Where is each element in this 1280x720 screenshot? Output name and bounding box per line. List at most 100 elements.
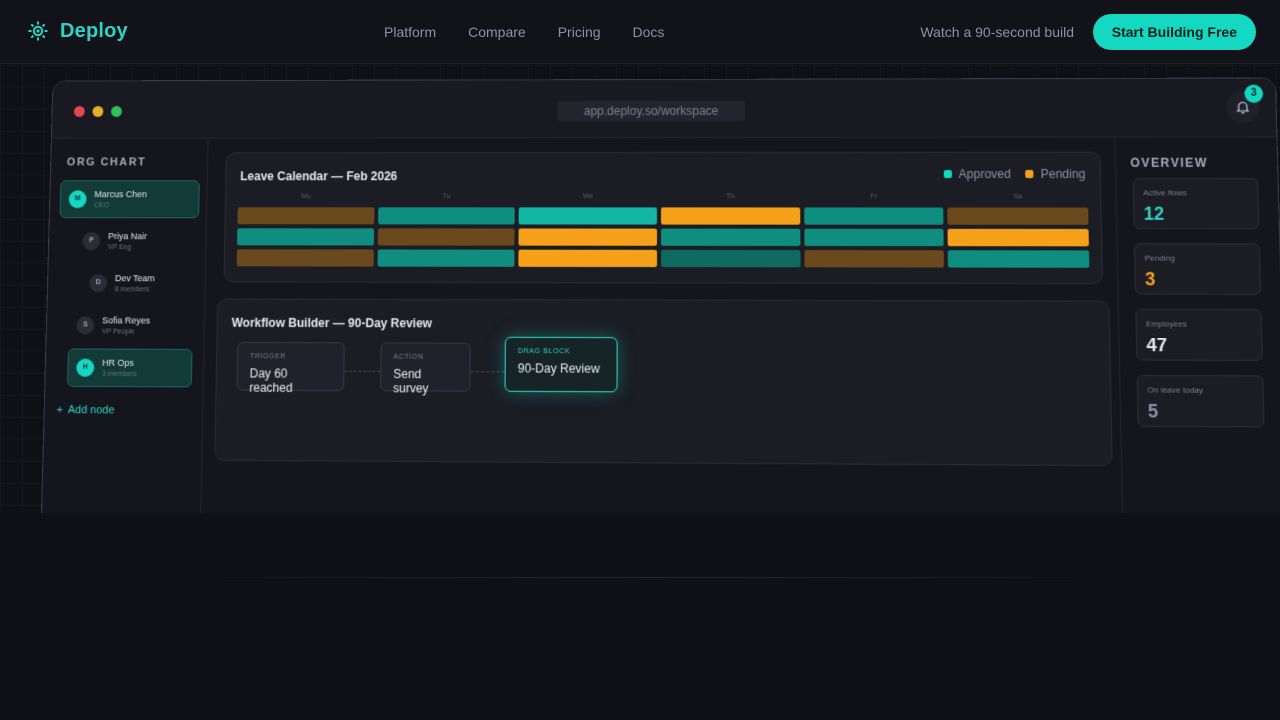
org-node-name: HR Ops — [102, 358, 137, 368]
org-chart-sidebar: ORG CHART M Marcus Chen CEO P Priya Nair… — [41, 139, 208, 513]
workflow-title: Workflow Builder — 90-Day Review — [232, 316, 433, 331]
calendar-cell-pending-dim[interactable] — [377, 228, 514, 245]
calendar-cell-pending[interactable] — [948, 229, 1089, 246]
calendar-cell-pending[interactable] — [661, 207, 800, 224]
nav-link-docs[interactable]: Docs — [633, 24, 665, 40]
calendar-cell-approved[interactable] — [237, 228, 374, 245]
overview-panel: OVERVIEW Active flows 12 Pending 3 Emplo… — [1114, 137, 1280, 513]
stat-label: Active flows — [1143, 188, 1248, 197]
divider — [150, 577, 1150, 578]
calendar-cell-pending-dim[interactable] — [237, 207, 374, 224]
legend-pending: Pending — [1025, 167, 1086, 181]
legend-pending-label: Pending — [1040, 167, 1085, 181]
nav-link-pricing[interactable]: Pricing — [558, 24, 601, 40]
leave-calendar-panel: Leave Calendar — Feb 2026 Approved Pendi… — [224, 152, 1103, 285]
org-node-role: 3 members — [102, 371, 137, 378]
calendar-cell-approved-dim[interactable] — [661, 250, 800, 267]
calendar-day-header: Th — [661, 193, 800, 200]
stat-pending: Pending 3 — [1134, 243, 1261, 295]
org-node-dev-team[interactable]: D Dev Team 8 members — [81, 264, 194, 302]
workflow-connector — [344, 371, 380, 372]
calendar-day-header: Sa — [947, 193, 1088, 200]
calendar-cell-approved[interactable] — [948, 250, 1089, 268]
stat-value: 12 — [1143, 204, 1248, 225]
window-titlebar: app.deploy.so/workspace 3 — [52, 79, 1277, 139]
calendar-day-header: Tu — [378, 193, 515, 200]
top-nav: Deploy Platform Compare Pricing Docs Wat… — [0, 0, 1280, 64]
org-node-priya-nair[interactable]: P Priya Nair VP Eng — [74, 222, 193, 260]
calendar-day-header: Mo — [238, 193, 374, 200]
org-node-text: Marcus Chen CEO — [94, 189, 147, 209]
calendar-cell-approved-bright[interactable] — [519, 207, 657, 224]
sidebar-title: ORG CHART — [67, 156, 147, 168]
calendar-cell-approved[interactable] — [377, 249, 515, 266]
watch-demo-link[interactable]: Watch a 90-second build — [920, 24, 1074, 40]
calendar-cell-pending[interactable] — [519, 250, 657, 267]
avatar: S — [76, 316, 94, 334]
org-node-marcus-chen[interactable]: M Marcus Chen CEO — [60, 180, 200, 218]
avatar: D — [89, 274, 107, 292]
stat-active-flows: Active flows 12 — [1133, 178, 1260, 229]
add-node-button[interactable]: + Add node — [56, 404, 114, 416]
nav-link-platform[interactable]: Platform — [384, 24, 436, 40]
org-node-sofia-reyes[interactable]: S Sofia Reyes VP People — [68, 306, 187, 345]
close-dot-icon[interactable] — [74, 106, 85, 117]
nav-link-compare[interactable]: Compare — [468, 24, 526, 40]
org-node-text: HR Ops 3 members — [102, 358, 137, 378]
avatar: P — [82, 232, 100, 250]
overview-title: OVERVIEW — [1130, 156, 1208, 170]
calendar-cell-pending[interactable] — [519, 228, 657, 245]
calendar-day-header: We — [519, 193, 657, 200]
stat-label: Pending — [1144, 254, 1249, 263]
pending-swatch-icon — [1025, 170, 1033, 178]
stat-label: On leave today — [1147, 385, 1253, 395]
stat-value: 5 — [1148, 401, 1254, 423]
org-node-role: 8 members — [115, 286, 155, 293]
notifications-button[interactable]: 3 — [1226, 91, 1260, 123]
app-window: app.deploy.so/workspace 3 ORG CHART M Ma… — [41, 77, 1280, 513]
nav-links: Platform Compare Pricing Docs — [384, 24, 664, 40]
avatar: H — [76, 359, 94, 377]
calendar-cell-pending-dim[interactable] — [804, 250, 944, 268]
calendar-cell-approved[interactable] — [804, 207, 944, 224]
bell-icon — [1235, 100, 1250, 114]
start-building-button[interactable]: Start Building Free — [1093, 14, 1256, 50]
brand-name: Deploy — [60, 20, 128, 43]
node-value: Day 60 reached — [249, 366, 331, 395]
workflow-connector — [471, 371, 505, 372]
calendar-cell-approved[interactable] — [804, 229, 944, 246]
org-node-text: Priya Nair VP Eng — [108, 231, 147, 251]
avatar: M — [69, 190, 87, 208]
drag-block-node[interactable]: DRAG BLOCK 90-Day Review — [505, 337, 618, 393]
org-node-name: Sofia Reyes — [102, 315, 150, 325]
plus-icon: + — [56, 404, 63, 416]
legend-approved-label: Approved — [959, 167, 1012, 181]
node-type-label: ACTION — [393, 354, 457, 361]
add-node-label: Add node — [68, 404, 115, 416]
org-node-role: VP People — [102, 328, 150, 335]
org-node-role: VP Eng — [108, 244, 147, 251]
calendar-day-headers: Mo Tu We Th Fr Sa — [238, 193, 1088, 200]
node-type-label: TRIGGER — [250, 353, 332, 360]
stat-value: 3 — [1145, 269, 1251, 291]
maximize-dot-icon[interactable] — [111, 106, 122, 117]
hero-stage: app.deploy.so/workspace 3 ORG CHART M Ma… — [0, 65, 1280, 513]
org-node-name: Priya Nair — [108, 231, 147, 241]
org-node-text: Dev Team 8 members — [115, 273, 155, 293]
org-node-hr-ops[interactable]: H HR Ops 3 members — [67, 348, 192, 387]
calendar-cell-approved[interactable] — [661, 229, 800, 246]
calendar-cell-pending-dim[interactable] — [237, 249, 374, 266]
workflow-trigger-node[interactable]: TRIGGER Day 60 reached — [236, 342, 344, 391]
brand[interactable]: Deploy — [26, 19, 128, 43]
minimize-dot-icon[interactable] — [92, 106, 103, 117]
approved-swatch-icon — [943, 170, 951, 178]
stat-value: 47 — [1146, 335, 1252, 357]
calendar-legend: Approved Pending — [943, 167, 1085, 181]
calendar-cell-pending-dim[interactable] — [948, 208, 1089, 225]
stat-on-leave-today: On leave today 5 — [1137, 375, 1265, 427]
node-value: Send survey — [393, 367, 457, 396]
url-bar[interactable]: app.deploy.so/workspace — [557, 101, 745, 121]
workflow-builder-panel: Workflow Builder — 90-Day Review TRIGGER… — [214, 299, 1113, 467]
calendar-cell-approved[interactable] — [378, 207, 515, 224]
workflow-action-node[interactable]: ACTION Send survey — [380, 342, 471, 391]
